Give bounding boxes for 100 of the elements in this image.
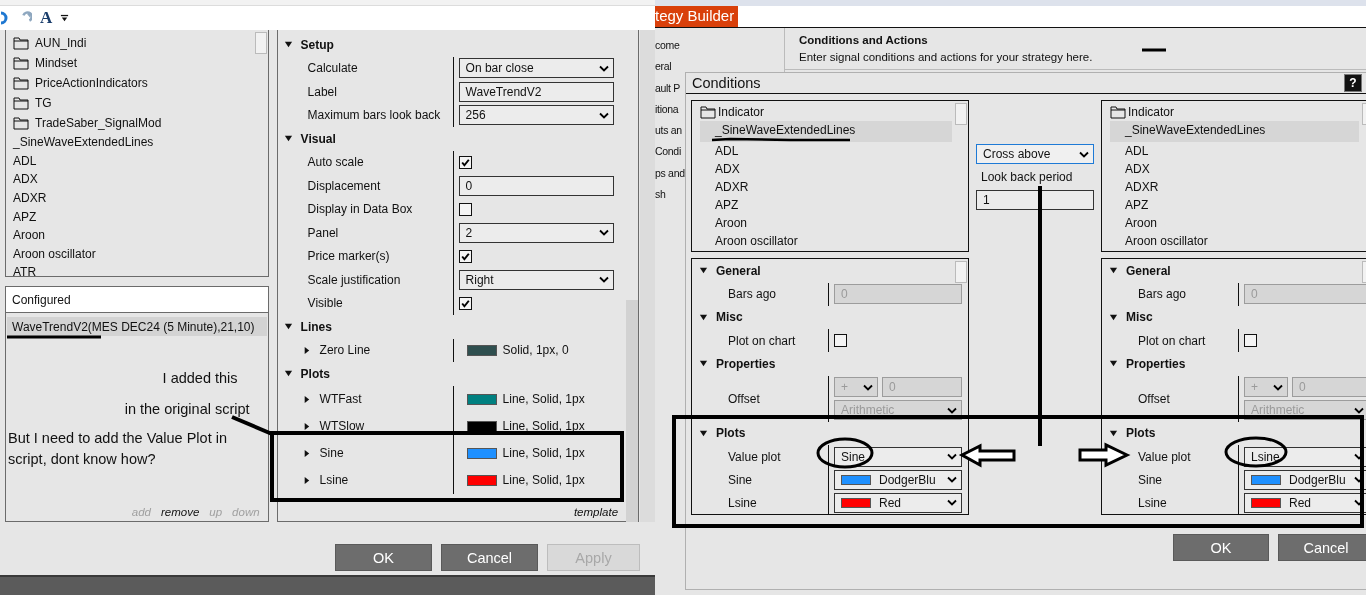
- list-item[interactable]: ADL: [1110, 142, 1359, 160]
- list-item[interactable]: TradeSaber_SignalMod: [35, 116, 162, 130]
- scrollbar[interactable]: [626, 300, 639, 522]
- caret-down-icon[interactable]: [699, 312, 708, 322]
- list-item[interactable]: ATR: [13, 265, 37, 277]
- text-field[interactable]: WaveTrendV2: [458, 81, 615, 102]
- text-field[interactable]: 0: [458, 175, 615, 196]
- list-item[interactable]: TG: [35, 96, 52, 110]
- checkbox[interactable]: [1244, 334, 1257, 347]
- chevron-icon: [599, 111, 610, 119]
- chevron-icon: [863, 383, 873, 391]
- list-item[interactable]: _SineWaveExtendedLines: [13, 135, 154, 150]
- folder-icon: [13, 116, 29, 130]
- list-item[interactable]: ADXR: [13, 191, 47, 206]
- list-item[interactable]: ADX: [13, 172, 38, 187]
- caret-down-icon[interactable]: [283, 40, 293, 50]
- dropdown[interactable]: On bar close: [458, 58, 615, 79]
- configured-item[interactable]: WaveTrendV2(MES DEC24 (5 Minute),21,10): [7, 317, 267, 337]
- property-label: Value plot: [728, 449, 781, 464]
- dialog-button[interactable]: Cancel: [441, 544, 538, 571]
- dropdown[interactable]: Right: [458, 269, 615, 290]
- caret-down-icon[interactable]: [1109, 266, 1118, 276]
- checkbox[interactable]: [458, 202, 472, 216]
- caret-down-icon[interactable]: [1109, 359, 1118, 369]
- list-item[interactable]: _SineWaveExtendedLines: [1110, 121, 1359, 142]
- list-item[interactable]: _SineWaveExtendedLines: [700, 121, 952, 142]
- dialog-title: Conditions: [692, 75, 762, 91]
- caret-down-icon[interactable]: [1109, 428, 1118, 438]
- operator-dropdown[interactable]: Cross above: [976, 144, 1094, 164]
- font-button[interactable]: A: [40, 9, 53, 27]
- color-dropdown[interactable]: DodgerBlu: [834, 469, 962, 490]
- property-label: Bars ago: [1138, 287, 1187, 301]
- list-item[interactable]: Aroon oscillator: [1110, 232, 1359, 250]
- panel-title: Configured: [6, 287, 268, 314]
- checkbox[interactable]: [458, 249, 472, 263]
- folder-icon: [13, 36, 29, 50]
- template-link[interactable]: template: [573, 506, 619, 518]
- list-item[interactable]: APZ: [13, 209, 37, 224]
- list-item[interactable]: APZ: [1110, 196, 1359, 214]
- property-label: WTFast: [319, 392, 362, 406]
- scrollbar[interactable]: [955, 103, 967, 125]
- scrollbar[interactable]: [640, 30, 655, 522]
- color-dropdown[interactable]: Red: [834, 492, 962, 513]
- dropdown[interactable]: 2: [458, 222, 615, 243]
- checkbox[interactable]: [458, 155, 472, 169]
- property-label: Display in Data Box: [307, 202, 413, 217]
- list-item[interactable]: Aroon: [700, 214, 952, 232]
- list-item[interactable]: Indicator: [1128, 105, 1175, 119]
- help-button[interactable]: ?: [1344, 74, 1362, 92]
- chevron-icon: [599, 229, 610, 237]
- list-item[interactable]: AUN_Indi: [35, 36, 87, 50]
- section-title: Plots: [716, 426, 746, 441]
- folder-icon: [13, 96, 29, 110]
- caret-down-icon[interactable]: [699, 266, 708, 276]
- list-item[interactable]: ADX: [1110, 160, 1359, 178]
- dialog-button[interactable]: OK: [1173, 534, 1269, 561]
- annotation-text: I added this: [162, 370, 238, 387]
- list-item[interactable]: APZ: [700, 196, 952, 214]
- list-item[interactable]: ADXR: [700, 178, 952, 196]
- dropdown[interactable]: Lsine: [1244, 446, 1366, 467]
- dropdown[interactable]: Sine: [834, 446, 962, 467]
- caret-down-icon[interactable]: [699, 428, 708, 438]
- caret-down-icon[interactable]: [699, 359, 708, 369]
- checkbox[interactable]: [458, 296, 472, 310]
- color-dropdown[interactable]: Red: [1244, 492, 1366, 513]
- property-label: Displacement: [307, 178, 381, 193]
- section-title: Visual: [300, 131, 336, 146]
- chevron-icon: [947, 406, 957, 414]
- scrollbar[interactable]: [955, 261, 967, 283]
- dialog-button[interactable]: OK: [335, 544, 432, 571]
- dialog-button[interactable]: Cancel: [1278, 534, 1366, 561]
- list-item[interactable]: ADXR: [1110, 178, 1359, 196]
- stroke-value: Line, Solid, 1px: [502, 446, 585, 460]
- nav-item[interactable]: come: [655, 39, 784, 57]
- list-item[interactable]: Indicator: [718, 105, 765, 119]
- color-dropdown[interactable]: DodgerBlu: [1244, 469, 1366, 490]
- caret-down-icon[interactable]: [283, 369, 293, 379]
- list-item[interactable]: ADL: [700, 142, 952, 160]
- scrollbar[interactable]: [254, 32, 267, 54]
- list-item[interactable]: Mindset: [35, 56, 78, 70]
- field-label: Look back period: [981, 170, 1074, 184]
- list-item[interactable]: ADL: [13, 153, 37, 168]
- property-label: Sine: [1138, 472, 1163, 487]
- checkbox[interactable]: [834, 334, 847, 347]
- list-item[interactable]: Aroon: [13, 228, 46, 243]
- stroke-value: Line, Solid, 1px: [502, 473, 585, 487]
- caret-down-icon[interactable]: [283, 134, 293, 144]
- look-back-field[interactable]: 1: [976, 190, 1094, 210]
- action-link[interactable]: remove: [160, 506, 200, 518]
- property-label: Lsine: [1138, 495, 1167, 510]
- overflow-icon[interactable]: [60, 13, 70, 23]
- dropdown[interactable]: 256: [458, 105, 615, 126]
- chevron-icon: [947, 476, 957, 483]
- list-item[interactable]: Aroon oscillator: [13, 246, 96, 261]
- caret-down-icon[interactable]: [283, 322, 293, 332]
- list-item[interactable]: ADX: [700, 160, 952, 178]
- list-item[interactable]: Aroon: [1110, 214, 1359, 232]
- list-item[interactable]: PriceActionIndicators: [35, 76, 148, 90]
- caret-down-icon[interactable]: [1109, 312, 1118, 322]
- list-item[interactable]: Aroon oscillator: [700, 232, 952, 250]
